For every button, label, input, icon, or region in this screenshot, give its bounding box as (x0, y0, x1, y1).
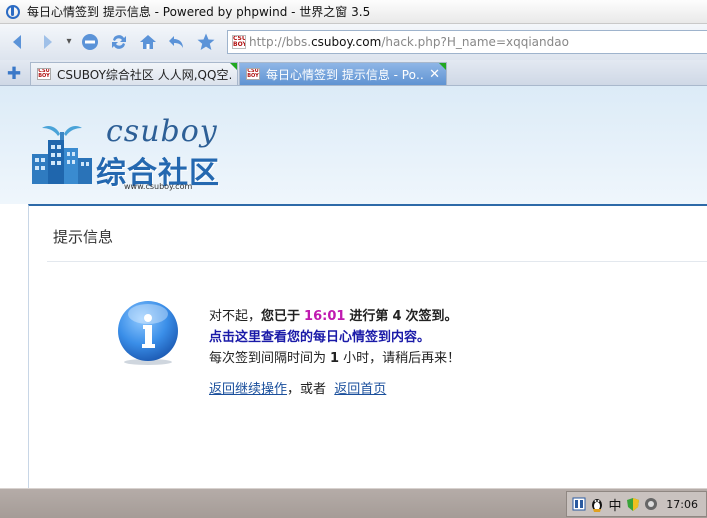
action-links: 返回继续操作，或者 返回首页 (209, 378, 386, 397)
message-text: 对不起，您已于 16:01 进行第 4 次签到。 点击这里查看您的每日心情签到内容。 每… (209, 306, 460, 369)
address-bar[interactable]: CSU BOY http://bbs. csuboy.com/hack.php?H… (227, 30, 707, 54)
panel-divider (47, 261, 707, 262)
logo-url-text: www.csuboy.com (124, 182, 193, 191)
interval-text: 每次签到间隔时间为 (209, 351, 327, 366)
ime-indicator[interactable]: 中 (607, 496, 623, 514)
message-panel: 提示信息 对不起，您已于 16:01 进行第 4 次签到。 点击这里查看您的每日心情签到… (28, 204, 707, 488)
view-mood-link[interactable]: 点击这里查看您的每日心情签到内容。 (209, 330, 430, 345)
message-line-1: 对不起，您已于 16:01 进行第 4 次签到。 (209, 306, 460, 327)
logo-english-text: csuboy (106, 114, 218, 149)
tab-label: CSUBOY综合社区 人人网,QQ空… (57, 67, 231, 82)
clock[interactable]: 17:06 (666, 498, 698, 511)
tab-corner-marker (230, 63, 237, 70)
qq-penguin-icon[interactable] (589, 496, 605, 512)
refresh-icon[interactable] (107, 30, 131, 54)
site-logo[interactable]: csuboy 综合社区 www.csuboy.com (28, 114, 258, 194)
continue-link[interactable]: 返回继续操作 (209, 382, 287, 397)
tab-csuboy-home[interactable]: CSU BOY CSUBOY综合社区 人人网,QQ空… (30, 62, 238, 85)
volume-icon[interactable] (643, 496, 659, 512)
window-title: 每日心情签到 提示信息 - Powered by phpwind - 世界之窗 … (27, 5, 371, 19)
tab-checkin-info[interactable]: CSU BOY 每日心情签到 提示信息 - Po… ✕ (239, 62, 447, 85)
message-line-2: 点击这里查看您的每日心情签到内容。 (209, 327, 460, 348)
interval-suffix: 小时，请稍后再来！ (343, 351, 461, 366)
new-tab-plus-icon[interactable]: ✚ (4, 63, 24, 85)
info-icon (118, 301, 178, 365)
url-prefix: http://bbs. (249, 35, 312, 49)
history-dropdown-icon[interactable]: ▾ (64, 30, 74, 54)
undo-close-icon[interactable] (165, 30, 189, 54)
title-bar: 每日心情签到 提示信息 - Powered by phpwind - 世界之窗 … (0, 0, 707, 24)
back-icon[interactable] (6, 30, 30, 54)
panel-title: 提示信息 (53, 228, 114, 246)
taskbar: 中 17:06 (0, 488, 707, 518)
sorry-text: 对不起， (209, 309, 262, 324)
favorites-star-icon[interactable] (194, 30, 218, 54)
or-text: ，或者 (287, 382, 327, 397)
stop-icon[interactable] (78, 30, 102, 54)
site-favicon-icon: CSU BOY (232, 35, 246, 49)
tab-bar: ✚ CSU BOY CSUBOY综合社区 人人网,QQ空… CSU BOY 每日… (0, 60, 707, 86)
tab-label: 每日心情签到 提示信息 - Po… (266, 67, 426, 82)
home-link[interactable]: 返回首页 (334, 382, 386, 397)
url-domain: csuboy.com (311, 35, 382, 49)
home-icon[interactable] (136, 30, 160, 54)
tab-favicon-icon: CSU BOY (37, 68, 51, 80)
ordinal-text: 进行第 (349, 309, 389, 324)
already-text: 您已于 (261, 309, 301, 324)
page-viewport: csuboy 综合社区 www.csuboy.com 提示信息 对不起，您已于 … (0, 86, 707, 488)
tab-favicon-icon: CSU BOY (246, 68, 260, 80)
url-path: /hack.php?H_name=xqqiandao (381, 35, 569, 49)
site-header: csuboy 综合社区 www.csuboy.com (0, 86, 707, 204)
browser-logo-icon (6, 4, 20, 19)
forward-icon[interactable] (35, 30, 59, 54)
tab-corner-marker (439, 63, 446, 70)
language-bar-icon[interactable] (571, 496, 587, 512)
security-shield-icon[interactable] (625, 496, 641, 512)
interval-hours: 1 (330, 351, 340, 366)
navigation-toolbar: ▾ CSU BOY http://bbs. csuboy.com/hack.php… (0, 24, 707, 60)
system-tray: 中 17:06 (566, 491, 707, 517)
checkin-count: 4 (392, 309, 402, 324)
checkin-suffix: 次签到。 (405, 309, 458, 324)
checkin-time: 16:01 (304, 309, 346, 324)
message-line-3: 每次签到间隔时间为 1 小时，请稍后再来！ (209, 348, 460, 369)
city-buildings-icon (32, 126, 92, 184)
